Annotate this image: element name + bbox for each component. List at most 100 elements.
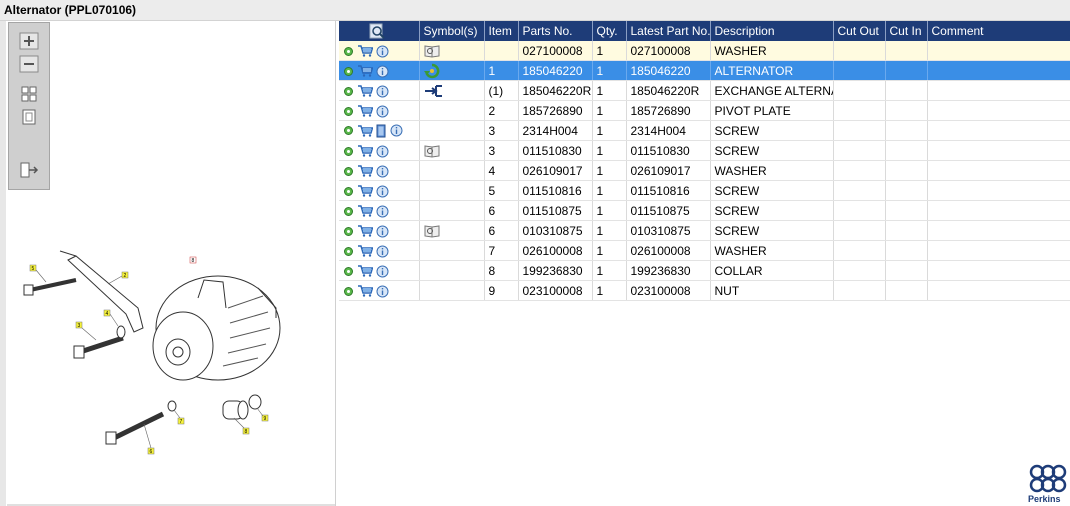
latest-part-no-cell[interactable]: 185726890	[626, 100, 711, 121]
qty-cell[interactable]: 1	[592, 100, 627, 121]
description-cell[interactable]: SCREW	[710, 220, 834, 241]
gear-icon[interactable]	[343, 206, 354, 217]
parts-no-cell[interactable]: 026109017	[518, 160, 593, 181]
comment-cell[interactable]	[927, 220, 1070, 241]
table-row[interactable]: 2 185726890 1 185726890 PIVOT PLATE	[339, 100, 1070, 121]
description-cell[interactable]: SCREW	[710, 120, 834, 141]
item-cell[interactable]: 9	[484, 280, 519, 301]
item-cell[interactable]: 3	[484, 120, 519, 141]
recycle-icon[interactable]	[423, 63, 440, 79]
comment-cell[interactable]	[927, 60, 1070, 81]
table-row[interactable]: 6 011510875 1 011510875 SCREW	[339, 200, 1070, 221]
symbol-cell[interactable]	[419, 180, 485, 201]
cut-in-cell[interactable]	[885, 100, 928, 121]
info-icon[interactable]	[376, 185, 389, 198]
comment-cell[interactable]	[927, 140, 1070, 161]
cut-out-cell[interactable]	[833, 100, 886, 121]
cut-out-cell[interactable]	[833, 280, 886, 301]
latest-part-no-cell[interactable]: 010310875	[626, 220, 711, 241]
info-icon[interactable]	[376, 45, 389, 58]
info-icon[interactable]	[376, 205, 389, 218]
latest-part-no-cell[interactable]: 011510816	[626, 180, 711, 201]
latest-part-no-cell[interactable]: 027100008	[626, 41, 711, 61]
info-icon[interactable]	[376, 245, 389, 258]
parts-no-cell[interactable]: 010310875	[518, 220, 593, 241]
comment-cell[interactable]	[927, 200, 1070, 221]
symbol-cell[interactable]	[419, 100, 485, 121]
gear-icon[interactable]	[343, 246, 354, 257]
symbol-cell[interactable]	[419, 220, 485, 241]
item-cell[interactable]	[484, 41, 519, 61]
table-row[interactable]: (1)185046220R1185046220REXCHANGE ALTERNA…	[339, 80, 1070, 101]
cut-out-cell[interactable]	[833, 240, 886, 261]
comment-cell[interactable]	[927, 41, 1070, 61]
cut-in-cell[interactable]	[885, 280, 928, 301]
item-cell[interactable]: 7	[484, 240, 519, 261]
cart-icon[interactable]	[357, 85, 373, 97]
column-header-cut-in[interactable]: Cut In	[885, 21, 928, 41]
item-cell[interactable]: (1)	[484, 80, 519, 101]
cut-in-cell[interactable]	[885, 140, 928, 161]
qty-cell[interactable]: 1	[592, 160, 627, 181]
latest-part-no-cell[interactable]: 011510875	[626, 200, 711, 221]
book-icon[interactable]	[376, 124, 387, 138]
cart-icon[interactable]	[357, 265, 373, 277]
table-row[interactable]: 1 185046220 1 185046220 ALTERNATOR	[339, 60, 1070, 81]
qty-cell[interactable]: 1	[592, 140, 627, 161]
latest-part-no-cell[interactable]: 026109017	[626, 160, 711, 181]
table-row[interactable]: 3 011510830 1 011510830 SCREW	[339, 140, 1070, 161]
cut-in-cell[interactable]	[885, 41, 928, 61]
fit-page-button[interactable]	[18, 108, 40, 126]
table-row[interactable]: 6 010310875 1 010310875 SCREW	[339, 220, 1070, 241]
parts-no-cell[interactable]: 185726890	[518, 100, 593, 121]
info-icon[interactable]	[376, 165, 389, 178]
item-cell[interactable]: 8	[484, 260, 519, 281]
comment-cell[interactable]	[927, 80, 1070, 101]
symbol-cell[interactable]	[419, 160, 485, 181]
qty-cell[interactable]: 1	[592, 80, 627, 101]
qty-cell[interactable]: 1	[592, 240, 627, 261]
item-cell[interactable]: 3	[484, 140, 519, 161]
cut-in-cell[interactable]	[885, 60, 928, 81]
qty-cell[interactable]: 1	[592, 200, 627, 221]
qty-cell[interactable]: 1	[592, 60, 627, 81]
symbol-cell[interactable]	[419, 240, 485, 261]
comment-cell[interactable]	[927, 100, 1070, 121]
comment-cell[interactable]	[927, 180, 1070, 201]
gear-icon[interactable]	[343, 226, 354, 237]
search-parts-icon[interactable]	[369, 23, 385, 39]
cut-in-cell[interactable]	[885, 180, 928, 201]
description-cell[interactable]: PIVOT PLATE	[710, 100, 834, 121]
info-icon[interactable]	[390, 124, 403, 137]
cut-in-cell[interactable]	[885, 200, 928, 221]
cut-out-cell[interactable]	[833, 60, 886, 81]
qty-cell[interactable]: 1	[592, 180, 627, 201]
cart-icon[interactable]	[357, 125, 373, 137]
info-icon[interactable]	[376, 145, 389, 158]
cut-out-cell[interactable]	[833, 180, 886, 201]
cut-in-cell[interactable]	[885, 240, 928, 261]
symbol-cell[interactable]	[419, 120, 485, 141]
qty-cell[interactable]: 1	[592, 41, 627, 61]
latest-part-no-cell[interactable]: 199236830	[626, 260, 711, 281]
description-cell[interactable]: SCREW	[710, 180, 834, 201]
book-icon[interactable]	[424, 224, 440, 238]
column-header-cut-out[interactable]: Cut Out	[833, 21, 886, 41]
description-cell[interactable]: COLLAR	[710, 260, 834, 281]
cut-in-cell[interactable]	[885, 220, 928, 241]
parts-no-cell[interactable]: 2314H004	[518, 120, 593, 141]
gear-icon[interactable]	[343, 86, 354, 97]
export-button[interactable]	[18, 161, 40, 179]
parts-no-cell[interactable]: 011510830	[518, 140, 593, 161]
table-row[interactable]: 4 026109017 1 026109017 WASHER	[339, 160, 1070, 181]
parts-no-cell[interactable]: 023100008	[518, 280, 593, 301]
latest-part-no-cell[interactable]: 185046220	[626, 60, 711, 81]
column-header-tools[interactable]	[339, 21, 420, 41]
parts-no-cell[interactable]: 185046220	[518, 60, 593, 81]
table-row[interactable]: 8 199236830 1 199236830 COLLAR	[339, 260, 1070, 281]
table-row[interactable]: 5 011510816 1 011510816 SCREW	[339, 180, 1070, 201]
cut-in-cell[interactable]	[885, 120, 928, 141]
cut-in-cell[interactable]	[885, 260, 928, 281]
parts-no-cell[interactable]: 199236830	[518, 260, 593, 281]
parts-no-cell[interactable]: 011510816	[518, 180, 593, 201]
